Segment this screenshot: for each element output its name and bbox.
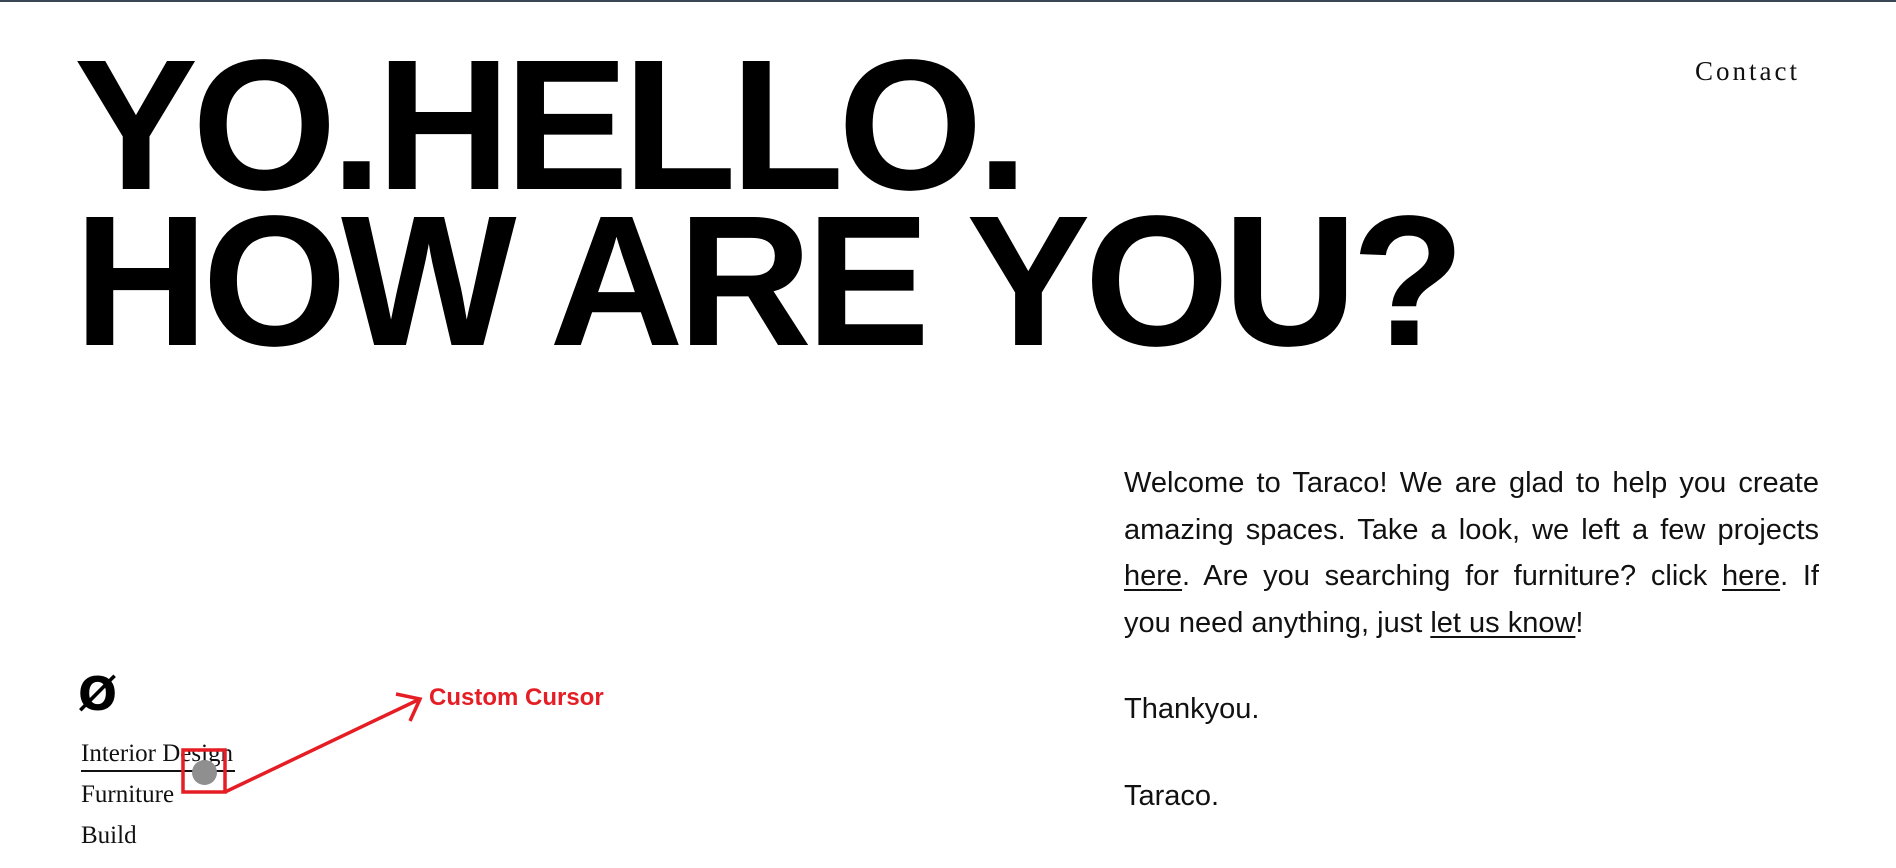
menu-item-label: Build xyxy=(81,822,137,849)
intro-text: Welcome to Taraco! We are glad to help y… xyxy=(1124,460,1819,819)
contact-link[interactable]: Contact xyxy=(1695,56,1800,87)
menu-item-build[interactable]: Build xyxy=(81,817,235,858)
menu-item-label: Furniture xyxy=(81,781,175,808)
category-menu: Interior Design Furniture Build xyxy=(81,735,236,858)
annotation-arrow-shaft xyxy=(224,697,421,794)
projects-link[interactable]: here xyxy=(1124,560,1182,592)
annotation-label: Custom Cursor xyxy=(429,684,604,711)
welcome-text-4: ! xyxy=(1575,606,1584,639)
let-us-know-link[interactable]: let us know xyxy=(1430,607,1575,639)
top-border xyxy=(0,0,1896,2)
thanks-text: Thankyou. xyxy=(1124,693,1260,725)
hero-line-2: HOW ARE YOU? xyxy=(74,178,1465,385)
furniture-link[interactable]: here xyxy=(1722,560,1780,592)
welcome-text-1: Welcome to Taraco! We are glad to help y… xyxy=(1124,467,1819,546)
hero-heading: YO.HELLO. HOW ARE YOU? xyxy=(74,33,1465,385)
annotation-arrow-head xyxy=(395,692,423,722)
signature-text: Taraco. xyxy=(1124,779,1220,812)
welcome-paragraph: Welcome to Taraco! We are glad to help y… xyxy=(1124,460,1819,646)
welcome-text-2: . Are you searching for furniture? click xyxy=(1182,560,1723,592)
brand-logo[interactable]: Ø xyxy=(78,668,117,720)
custom-cursor-dot xyxy=(192,760,217,785)
